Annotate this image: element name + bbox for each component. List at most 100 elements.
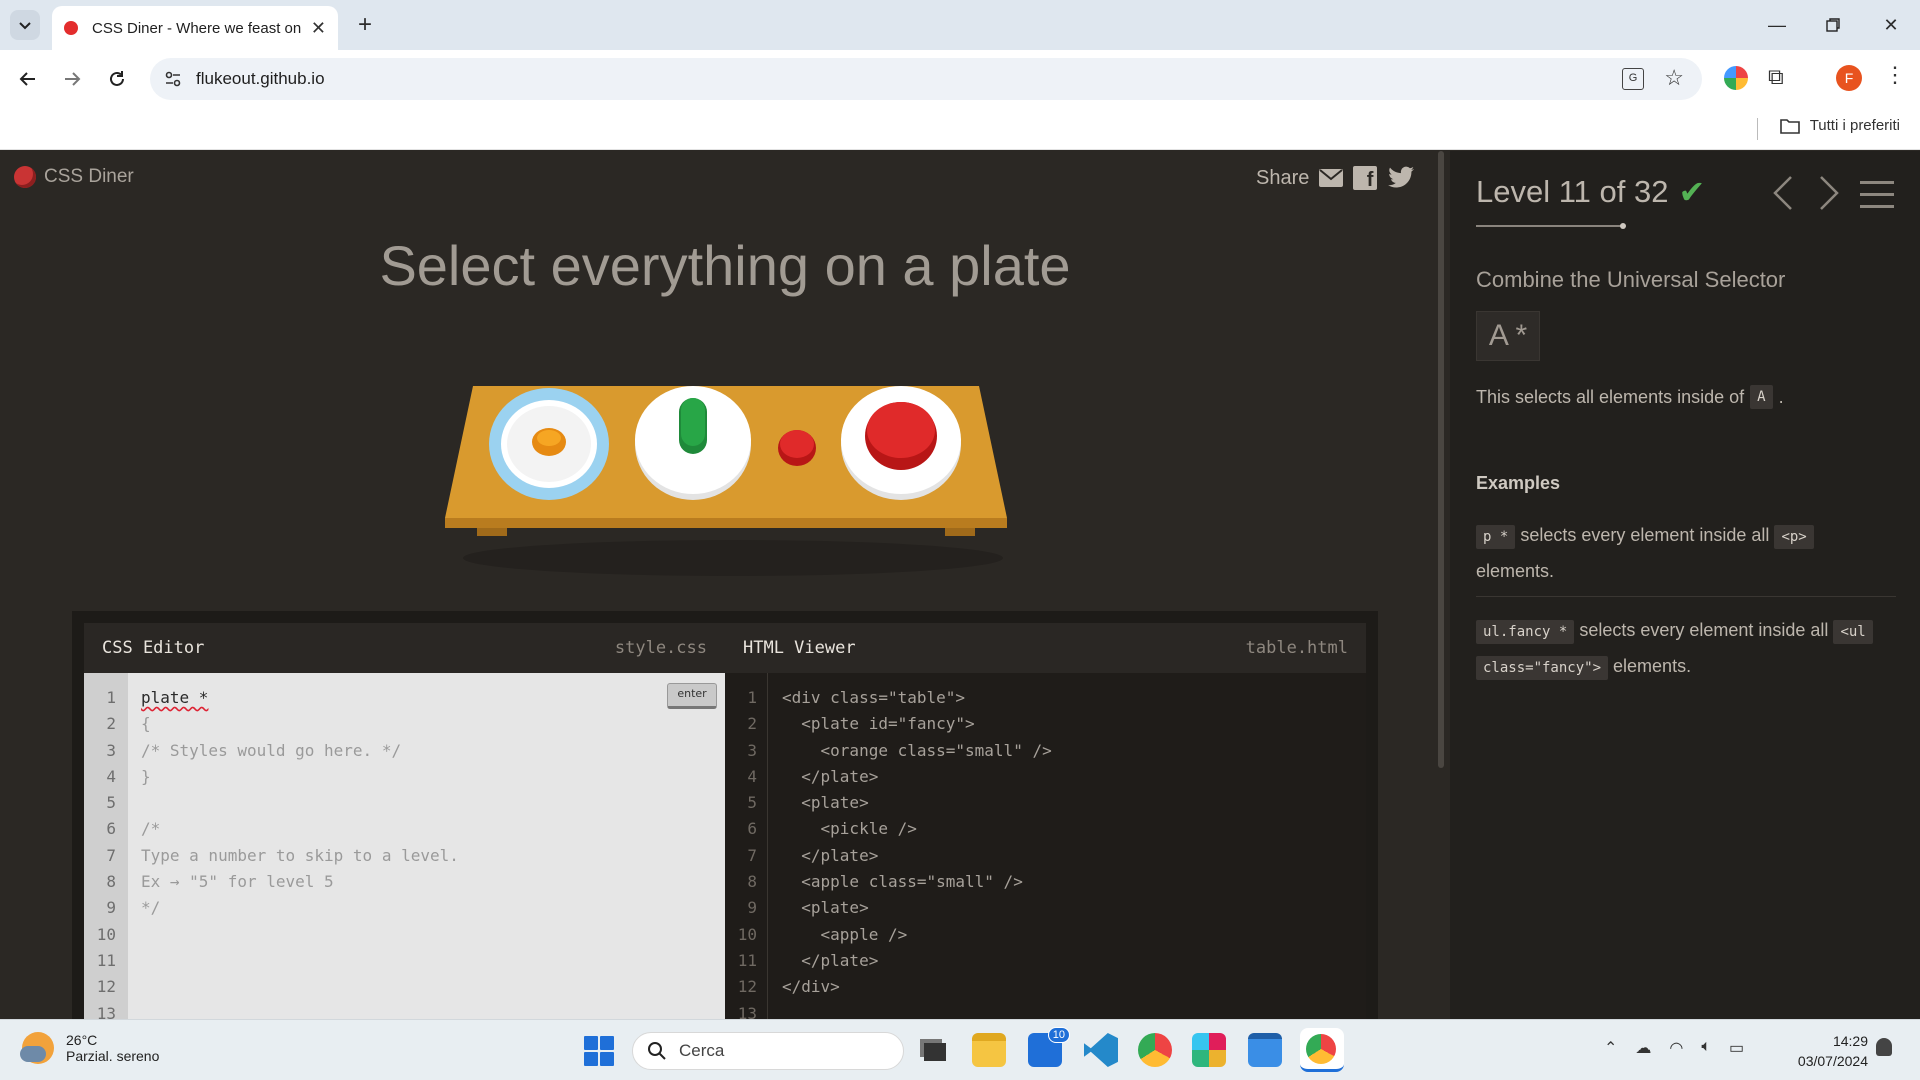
example-2: ul.fancy * selects every element inside …: [1476, 613, 1896, 685]
notepad-icon[interactable]: [1248, 1033, 1282, 1067]
translate-icon[interactable]: G: [1622, 68, 1644, 90]
tab-title: CSS Diner - Where we feast on CSS Select…: [92, 19, 303, 37]
reload-button[interactable]: [101, 63, 133, 95]
chrome-profile-icon[interactable]: [1300, 1028, 1344, 1072]
clock[interactable]: 14:29 03/07/2024: [1780, 1031, 1868, 1071]
all-bookmarks-button[interactable]: Tutti i preferiti: [1779, 117, 1900, 134]
css-editor-header: CSS Editor style.css: [84, 623, 725, 673]
plate-with-pickle[interactable]: [635, 386, 751, 500]
table-leg-right: [945, 528, 975, 536]
tab-favicon-icon: [64, 21, 78, 35]
outlook-badge: 10: [1047, 1027, 1070, 1043]
vscode-icon[interactable]: [1084, 1033, 1118, 1067]
example-2-element-end: class="fancy">: [1476, 656, 1609, 680]
css-code: plate * { /* Styles would go here. */ } …: [141, 685, 459, 922]
facebook-icon[interactable]: f: [1353, 166, 1378, 191]
close-tab-icon[interactable]: ✕: [311, 18, 326, 39]
folder-icon: [1779, 118, 1800, 134]
level-instruction: Select everything on a plate: [379, 234, 1071, 297]
example-2-text: selects every element inside all: [1579, 620, 1829, 640]
email-icon[interactable]: [1319, 169, 1344, 187]
chevron-up-icon[interactable]: ⌃: [1604, 1038, 1617, 1058]
new-tab-button[interactable]: +: [350, 10, 380, 40]
browser-tab[interactable]: CSS Diner - Where we feast on CSS Select…: [52, 6, 338, 50]
weather-widget[interactable]: 26°C Parzial. sereno: [20, 1032, 160, 1064]
previous-level-button[interactable]: [1772, 175, 1794, 220]
logo-dot-icon: [14, 166, 36, 188]
file-explorer-icon[interactable]: [972, 1033, 1006, 1067]
example-2-selector: ul.fancy *: [1476, 620, 1575, 644]
weather-desc: Parzial. sereno: [66, 1048, 160, 1064]
level-indicator: Level 11 of 32 ✔: [1476, 173, 1705, 211]
volume-icon[interactable]: 🔈︎: [1701, 1038, 1711, 1058]
url-text: flukeout.github.io: [196, 69, 325, 88]
web-page: CSS Diner Share f Select everything on a…: [0, 151, 1920, 1019]
level-progress: [1476, 223, 1626, 229]
level-text: Level 11 of 32: [1476, 174, 1669, 209]
html-line-numbers: 1 2 3 4 5 6 7 8 9 10 11 12 13: [737, 688, 757, 1019]
close-window-button[interactable]: ✕: [1876, 10, 1906, 40]
clock-date: 03/07/2024: [1797, 1053, 1868, 1069]
clock-time: 14:29: [1832, 1033, 1868, 1049]
plate-with-apple[interactable]: [841, 386, 961, 500]
example-1-after: elements.: [1476, 561, 1555, 581]
css-line-numbers: 1 2 3 4 5 6 7 8 9 10 11 12 13: [96, 688, 116, 1019]
fancy-plate[interactable]: [489, 388, 609, 500]
example-1-text: selects every element inside all: [1520, 525, 1770, 545]
extensions-puzzle-icon[interactable]: ⧉: [1768, 64, 1784, 90]
page-scrollbar[interactable]: [1438, 151, 1444, 768]
hint-period: .: [1778, 386, 1784, 407]
task-view-icon[interactable]: [916, 1033, 950, 1067]
selector-syntax: A *: [1476, 311, 1540, 361]
forward-button[interactable]: [56, 63, 88, 95]
example-1-element: <p>: [1774, 525, 1814, 549]
taskbar: 26°C Parzial. sereno Cerca 10 ⌃ ☁ ◠ 🔈︎ ▭…: [0, 1019, 1920, 1080]
css-editor: CSS Editor style.css 1 2 3 4 5 6 7 8 9 1…: [84, 623, 725, 1019]
level-menu-icon[interactable]: [1860, 181, 1894, 217]
css-file-name: style.css: [614, 638, 707, 658]
arrow-right-icon: [65, 72, 81, 86]
html-markup[interactable]: <div class="table"> <plate id="fancy"> <…: [782, 685, 1052, 1001]
browser-toolbar: flukeout.github.io G ☆ ⧉ F ⋮: [0, 50, 1920, 108]
wifi-icon[interactable]: ◠: [1669, 1038, 1683, 1058]
battery-icon[interactable]: ▭: [1729, 1038, 1744, 1058]
restore-button[interactable]: [1818, 10, 1848, 40]
hint-text: This selects all elements inside of: [1476, 386, 1745, 407]
site-logo[interactable]: CSS Diner: [14, 166, 134, 188]
extension-icon[interactable]: [1724, 66, 1748, 90]
editor-panel: CSS Editor style.css 1 2 3 4 5 6 7 8 9 1…: [72, 611, 1378, 1019]
logo-text: CSS Diner: [44, 166, 134, 187]
profile-avatar[interactable]: F: [1836, 65, 1862, 91]
minimize-button[interactable]: —: [1762, 10, 1792, 40]
html-code-area: 1 2 3 4 5 6 7 8 9 10 11 12 13 <div class…: [725, 673, 1366, 1019]
restore-icon: [1826, 18, 1840, 32]
example-2-after: elements.: [1613, 656, 1692, 676]
css-placeholder-code: { /* Styles would go here. */ } /* Type …: [141, 714, 459, 918]
enter-button[interactable]: enter: [667, 683, 717, 709]
html-viewer: HTML Viewer table.html 1 2 3 4 5 6 7 8 9…: [725, 623, 1366, 1019]
small-apple[interactable]: [778, 430, 816, 466]
address-bar[interactable]: flukeout.github.io G ☆: [150, 58, 1702, 100]
notification-bell-icon[interactable]: [1876, 1038, 1892, 1056]
onedrive-icon[interactable]: ☁: [1635, 1038, 1651, 1058]
chevron-down-icon: [19, 22, 31, 30]
table-edge: [445, 518, 1007, 528]
site-info-icon[interactable]: [164, 70, 182, 88]
chrome-icon[interactable]: [1138, 1033, 1172, 1067]
outlook-icon[interactable]: 10: [1028, 1027, 1070, 1067]
next-level-button[interactable]: [1818, 175, 1840, 220]
browser-menu-icon[interactable]: ⋮: [1884, 62, 1906, 88]
slack-icon[interactable]: [1192, 1033, 1226, 1067]
css-code-area[interactable]: 1 2 3 4 5 6 7 8 9 10 11 12 13 plate * { …: [84, 673, 725, 1019]
examples-title: Examples: [1476, 473, 1561, 493]
twitter-icon[interactable]: [1387, 166, 1415, 190]
bookmark-star-icon[interactable]: ☆: [1664, 65, 1684, 91]
bookmarks-separator: [1757, 118, 1758, 140]
css-input[interactable]: plate *: [141, 688, 208, 707]
examples-divider: [1476, 596, 1896, 597]
table-leg-left: [477, 528, 507, 536]
back-button[interactable]: [12, 63, 44, 95]
tab-search-button[interactable]: [10, 10, 40, 40]
start-button[interactable]: [584, 1036, 614, 1066]
taskbar-search[interactable]: Cerca: [632, 1032, 904, 1070]
